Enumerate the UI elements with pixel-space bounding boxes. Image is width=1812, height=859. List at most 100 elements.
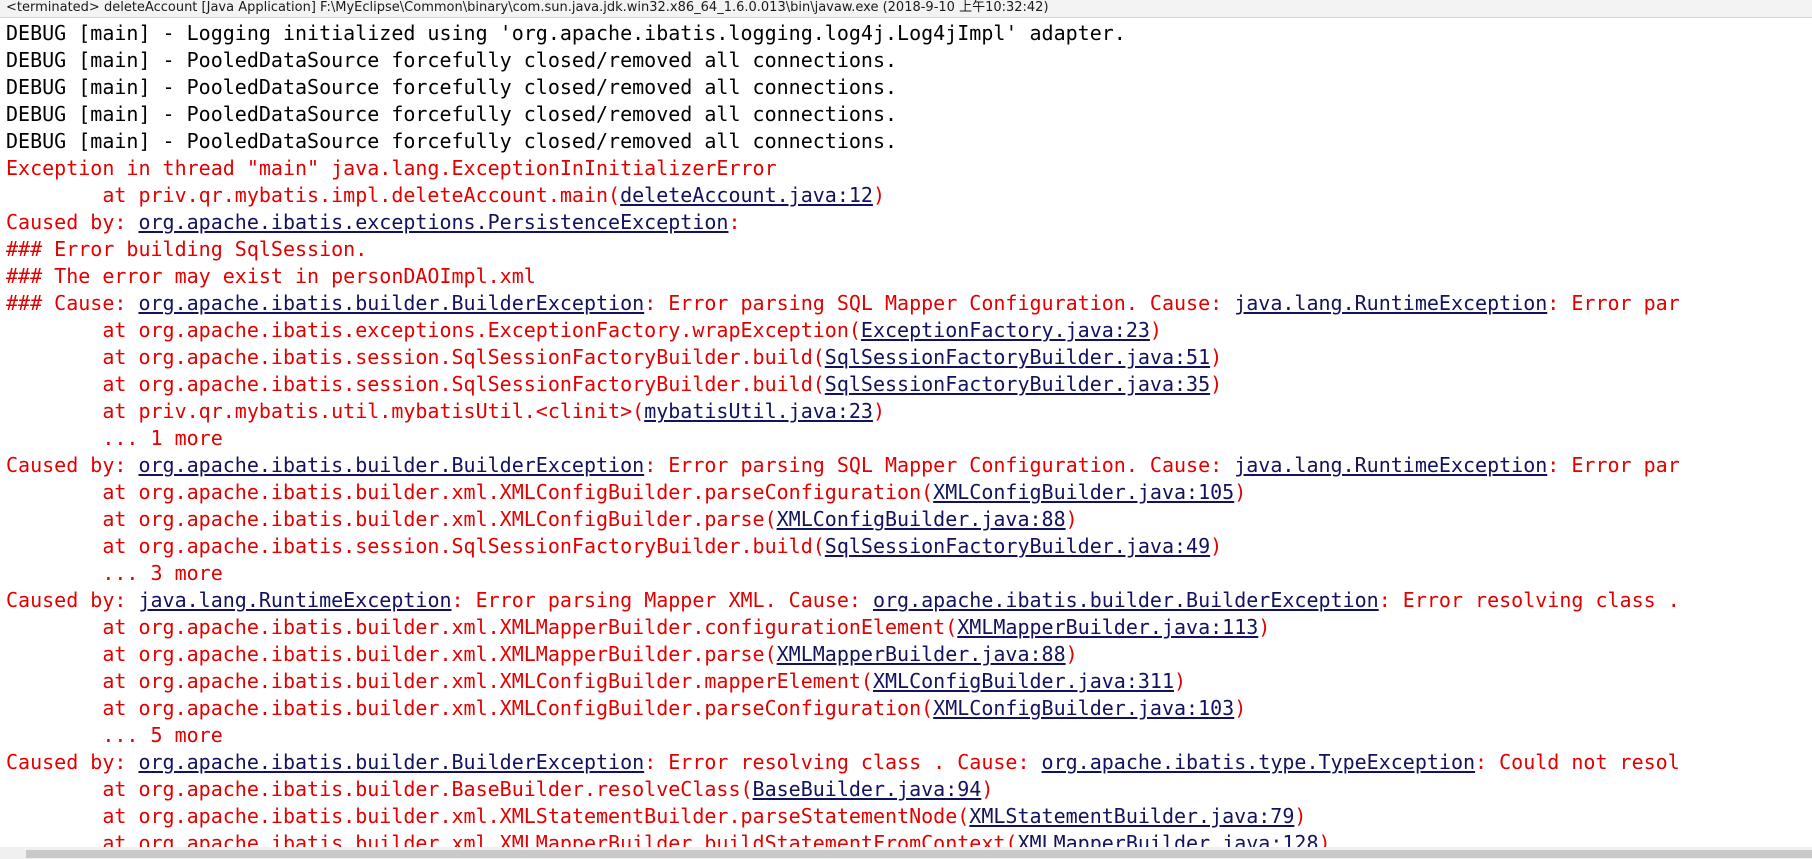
stacktrace-link[interactable]: XMLConfigBuilder.java:88 bbox=[777, 507, 1066, 531]
console-text: ) bbox=[1173, 669, 1187, 693]
error-line: at org.apache.ibatis.builder.xml.XMLConf… bbox=[6, 695, 1812, 722]
stacktrace-link[interactable]: org.apache.ibatis.builder.BuilderExcepti… bbox=[138, 750, 644, 774]
console-text: at org.apache.ibatis.builder.xml.XMLMapp… bbox=[6, 642, 777, 666]
console-text: ) bbox=[1149, 318, 1162, 342]
error-line: ### The error may exist in personDAOImpl… bbox=[6, 263, 1812, 290]
console-text: : Error parsing SQL Mapper Configuration… bbox=[644, 453, 1235, 477]
console-text: at org.apache.ibatis.session.SqlSessionF… bbox=[6, 345, 825, 369]
console-text: ) bbox=[1065, 642, 1078, 666]
console-output[interactable]: DEBUG [main] - Logging initialized using… bbox=[0, 20, 1812, 847]
console-text: at org.apache.ibatis.session.SqlSessionF… bbox=[6, 534, 825, 558]
error-line: at org.apache.ibatis.builder.BaseBuilder… bbox=[6, 776, 1812, 803]
console-text: at org.apache.ibatis.builder.xml.XMLMapp… bbox=[6, 831, 1018, 847]
debug-line: DEBUG [main] - PooledDataSource forceful… bbox=[6, 101, 1812, 128]
stacktrace-link[interactable]: org.apache.ibatis.exceptions.Persistence… bbox=[138, 210, 728, 234]
stacktrace-link[interactable]: mybatisUtil.java:23 bbox=[644, 399, 873, 423]
stacktrace-link[interactable]: XMLConfigBuilder.java:105 bbox=[933, 480, 1234, 504]
console-text: ### Cause: bbox=[6, 291, 139, 315]
console-text: : Error par bbox=[1547, 453, 1680, 477]
console-text: Caused by: bbox=[6, 750, 139, 774]
error-line: at org.apache.ibatis.builder.xml.XMLConf… bbox=[6, 668, 1812, 695]
error-line: Caused by: org.apache.ibatis.builder.Bui… bbox=[6, 452, 1812, 479]
console-text: : Error parsing SQL Mapper Configuration… bbox=[644, 291, 1235, 315]
error-line: ... 5 more bbox=[6, 722, 1812, 749]
console-text: ) bbox=[1318, 831, 1331, 847]
console-text: ) bbox=[981, 777, 994, 801]
error-line: at org.apache.ibatis.session.SqlSessionF… bbox=[6, 344, 1812, 371]
console-text: ) bbox=[1210, 345, 1223, 369]
console-text: : Error resolving class . Cause: bbox=[644, 750, 1042, 774]
debug-line: DEBUG [main] - PooledDataSource forceful… bbox=[6, 47, 1812, 74]
stacktrace-link[interactable]: XMLMapperBuilder.java:88 bbox=[777, 642, 1066, 666]
error-line: at org.apache.ibatis.builder.xml.XMLMapp… bbox=[6, 641, 1812, 668]
error-line: ### Cause: org.apache.ibatis.builder.Bui… bbox=[6, 290, 1812, 317]
console-text: DEBUG [main] - PooledDataSource forceful… bbox=[6, 48, 898, 72]
stacktrace-link[interactable]: deleteAccount.java:12 bbox=[620, 183, 873, 207]
error-line: ... 3 more bbox=[6, 560, 1812, 587]
error-line: at org.apache.ibatis.builder.xml.XMLConf… bbox=[6, 479, 1812, 506]
console-text: DEBUG [main] - PooledDataSource forceful… bbox=[6, 102, 898, 126]
console-text: at priv.qr.mybatis.impl.deleteAccount.ma… bbox=[6, 183, 621, 207]
stacktrace-link[interactable]: BaseBuilder.java:94 bbox=[753, 777, 982, 801]
stacktrace-link[interactable]: org.apache.ibatis.builder.BuilderExcepti… bbox=[873, 588, 1379, 612]
error-line: Caused by: java.lang.RuntimeException: E… bbox=[6, 587, 1812, 614]
console-text: DEBUG [main] - Logging initialized using… bbox=[6, 21, 1126, 45]
console-text: ) bbox=[872, 183, 886, 207]
console-text: at org.apache.ibatis.builder.xml.XMLMapp… bbox=[6, 615, 958, 639]
console-text: Caused by: bbox=[6, 588, 139, 612]
stacktrace-link[interactable]: java.lang.RuntimeException bbox=[1234, 291, 1547, 315]
stacktrace-link[interactable]: org.apache.ibatis.builder.BuilderExcepti… bbox=[138, 291, 644, 315]
stacktrace-link[interactable]: org.apache.ibatis.type.TypeException bbox=[1042, 750, 1475, 774]
stacktrace-link[interactable]: XMLConfigBuilder.java:311 bbox=[873, 669, 1174, 693]
console-text: at org.apache.ibatis.builder.xml.XMLStat… bbox=[6, 804, 970, 828]
stacktrace-link[interactable]: SqlSessionFactoryBuilder.java:35 bbox=[825, 372, 1210, 396]
console-text: : Error parsing Mapper XML. Cause: bbox=[451, 588, 873, 612]
console-text: ### Error building SqlSession. bbox=[6, 237, 368, 261]
error-line: at org.apache.ibatis.builder.xml.XMLMapp… bbox=[6, 830, 1812, 847]
console-text: ) bbox=[1258, 615, 1271, 639]
error-line: at org.apache.ibatis.builder.xml.XMLConf… bbox=[6, 506, 1812, 533]
error-line: at org.apache.ibatis.session.SqlSessionF… bbox=[6, 371, 1812, 398]
console-text: Caused by: bbox=[6, 453, 139, 477]
horizontal-scrollbar[interactable] bbox=[0, 847, 1812, 859]
stacktrace-link[interactable]: org.apache.ibatis.builder.BuilderExcepti… bbox=[138, 453, 644, 477]
stacktrace-link[interactable]: java.lang.RuntimeException bbox=[1234, 453, 1547, 477]
debug-line: DEBUG [main] - PooledDataSource forceful… bbox=[6, 128, 1812, 155]
console-window: <terminated> deleteAccount [Java Applica… bbox=[0, 0, 1812, 859]
error-line: at org.apache.ibatis.session.SqlSessionF… bbox=[6, 533, 1812, 560]
console-text: ) bbox=[1210, 372, 1223, 396]
debug-line: DEBUG [main] - PooledDataSource forceful… bbox=[6, 74, 1812, 101]
scrollbar-thumb[interactable] bbox=[26, 850, 1812, 858]
console-text: ) bbox=[872, 399, 886, 423]
console-text: at org.apache.ibatis.builder.BaseBuilder… bbox=[6, 777, 753, 801]
stacktrace-link[interactable]: XMLMapperBuilder.java:128 bbox=[1017, 831, 1318, 847]
console-text: at priv.qr.mybatis.util.mybatisUtil.<cli… bbox=[6, 399, 645, 423]
console-text: at org.apache.ibatis.builder.xml.XMLConf… bbox=[6, 480, 934, 504]
console-text: at org.apache.ibatis.session.SqlSessionF… bbox=[6, 372, 825, 396]
console-text: : bbox=[728, 210, 741, 234]
stacktrace-link[interactable]: java.lang.RuntimeException bbox=[138, 588, 451, 612]
stacktrace-link[interactable]: ExceptionFactory.java:23 bbox=[861, 318, 1150, 342]
stacktrace-link[interactable]: XMLConfigBuilder.java:103 bbox=[933, 696, 1234, 720]
error-line: at org.apache.ibatis.builder.xml.XMLStat… bbox=[6, 803, 1812, 830]
console-text: ### The error may exist in personDAOImpl… bbox=[6, 264, 536, 288]
console-text: at org.apache.ibatis.exceptions.Exceptio… bbox=[6, 318, 861, 342]
stacktrace-link[interactable]: SqlSessionFactoryBuilder.java:51 bbox=[825, 345, 1210, 369]
stacktrace-link[interactable]: XMLMapperBuilder.java:113 bbox=[957, 615, 1258, 639]
console-text: Exception in thread "main" java.lang.Exc… bbox=[6, 156, 777, 180]
error-line: Caused by: org.apache.ibatis.builder.Bui… bbox=[6, 749, 1812, 776]
stacktrace-link[interactable]: SqlSessionFactoryBuilder.java:49 bbox=[825, 534, 1210, 558]
error-line: at org.apache.ibatis.builder.xml.XMLMapp… bbox=[6, 614, 1812, 641]
error-line: Exception in thread "main" java.lang.Exc… bbox=[6, 155, 1812, 182]
error-line: Caused by: org.apache.ibatis.exceptions.… bbox=[6, 209, 1812, 236]
console-text: DEBUG [main] - PooledDataSource forceful… bbox=[6, 129, 898, 153]
console-text: at org.apache.ibatis.builder.xml.XMLConf… bbox=[6, 669, 873, 693]
stacktrace-link[interactable]: XMLStatementBuilder.java:79 bbox=[969, 804, 1294, 828]
error-line: at priv.qr.mybatis.impl.deleteAccount.ma… bbox=[6, 182, 1812, 209]
console-text: ) bbox=[1210, 534, 1223, 558]
console-text: at org.apache.ibatis.builder.xml.XMLConf… bbox=[6, 507, 777, 531]
error-line: ... 1 more bbox=[6, 425, 1812, 452]
console-text: DEBUG [main] - PooledDataSource forceful… bbox=[6, 75, 898, 99]
console-text: ) bbox=[1234, 480, 1247, 504]
error-line: ### Error building SqlSession. bbox=[6, 236, 1812, 263]
